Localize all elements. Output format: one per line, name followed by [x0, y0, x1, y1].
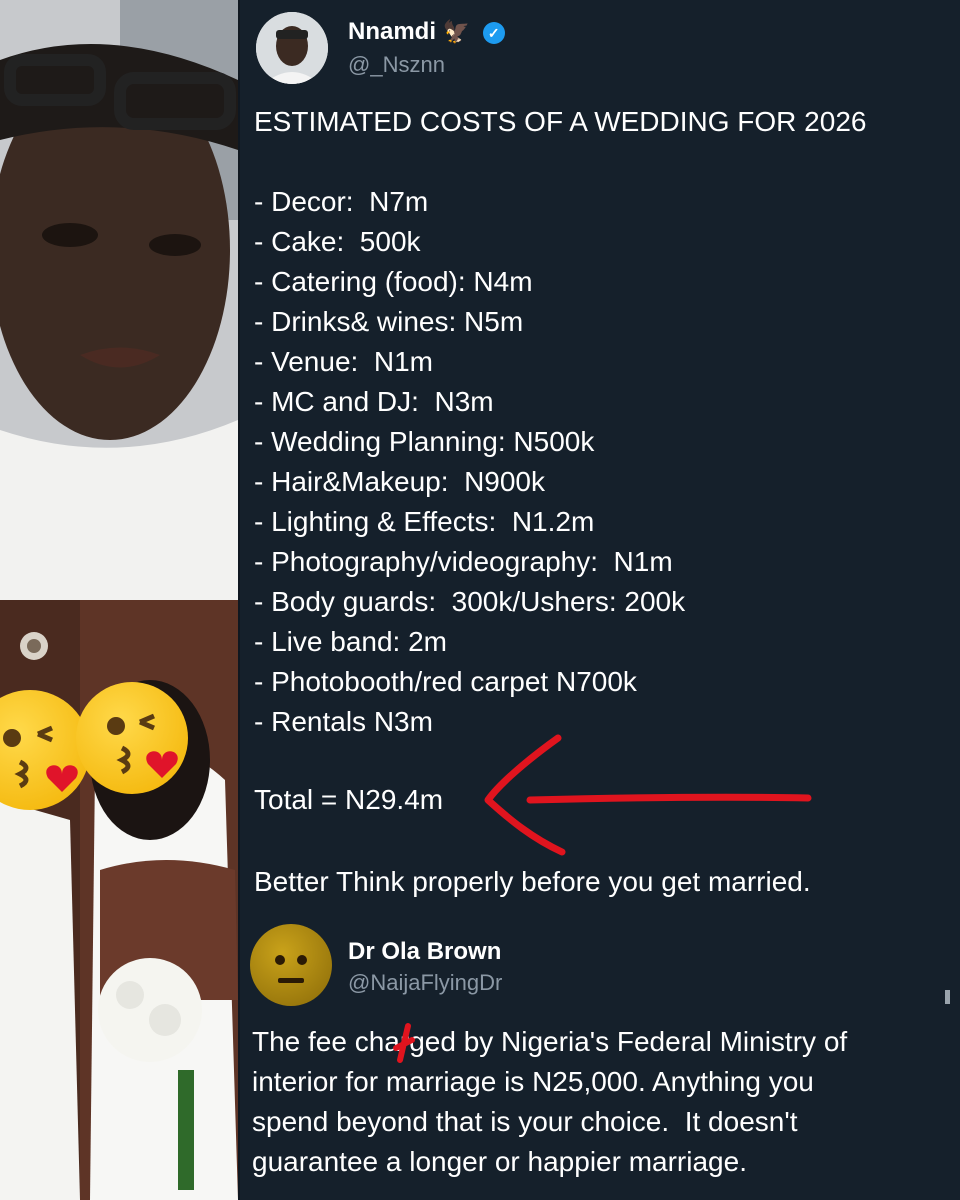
cost-list: - Decor: N7m - Cake: 500k - Catering (fo… [254, 182, 685, 742]
cost-item: - Decor: N7m [254, 186, 429, 217]
cost-item: - MC and DJ: N3m [254, 386, 494, 417]
reply-line: spend beyond that is your choice. It doe… [252, 1106, 798, 1137]
eagle-emoji-icon: 🦅 [442, 19, 471, 44]
reply-body: The fee charged by Nigeria's Federal Min… [252, 1022, 847, 1182]
selfie-photo [0, 0, 238, 600]
tweet-panel: Nnamdi 🦅 ✓ @_Nsznn ESTIMATED COSTS OF A … [240, 0, 960, 1200]
cost-item: - Live band: 2m [254, 626, 447, 657]
cost-item: - Lighting & Effects: N1.2m [254, 506, 595, 537]
total-line: Total = N29.4m [254, 784, 444, 815]
reply-line: The fee charged by Nigeria's Federal Min… [252, 1026, 848, 1057]
reply-line: guarantee a longer or happier marriage. [252, 1146, 747, 1177]
reply-author-name[interactable]: Dr Ola Brown [348, 938, 501, 966]
neutral-face-emoji-icon[interactable] [250, 924, 332, 1006]
closing-line: Better Think properly before you get mar… [254, 866, 811, 897]
cost-item: - Body guards: 300k/Ushers: 200k [254, 586, 686, 617]
cost-item: - Drinks& wines: N5m [254, 306, 524, 337]
cost-item: - Cake: 500k [254, 226, 421, 257]
red-arrow-annotation [484, 734, 812, 856]
selfie-illustration [0, 0, 238, 600]
author-handle[interactable]: @_Nsznn [348, 52, 445, 78]
kissing-face-emoji-icon [76, 682, 188, 794]
red-mark-annotation [393, 1023, 415, 1063]
cost-item: - Hair&Makeup: N900k [254, 466, 546, 497]
cost-item: - Wedding Planning: N500k [254, 426, 595, 457]
tweet-title: ESTIMATED COSTS OF A WEDDING FOR 2026 [254, 106, 867, 137]
reply-line: interior for marriage is N25,000. Anythi… [252, 1066, 814, 1097]
author-avatar[interactable] [256, 12, 328, 84]
verified-badge-icon: ✓ [482, 21, 505, 44]
cost-item: - Catering (food): N4m [254, 266, 533, 297]
author-name[interactable]: Nnamdi 🦅 ✓ [348, 18, 505, 46]
scrollbar[interactable] [945, 990, 950, 1004]
reply-author-handle[interactable]: @NaijaFlyingDr [348, 970, 502, 996]
cost-item: - Photobooth/red carpet N700k [254, 666, 637, 697]
photo-column [0, 0, 238, 1200]
cost-item: - Photography/videography: N1m [254, 546, 673, 577]
wedding-photo [0, 600, 238, 1200]
cost-item: - Venue: N1m [254, 346, 433, 377]
